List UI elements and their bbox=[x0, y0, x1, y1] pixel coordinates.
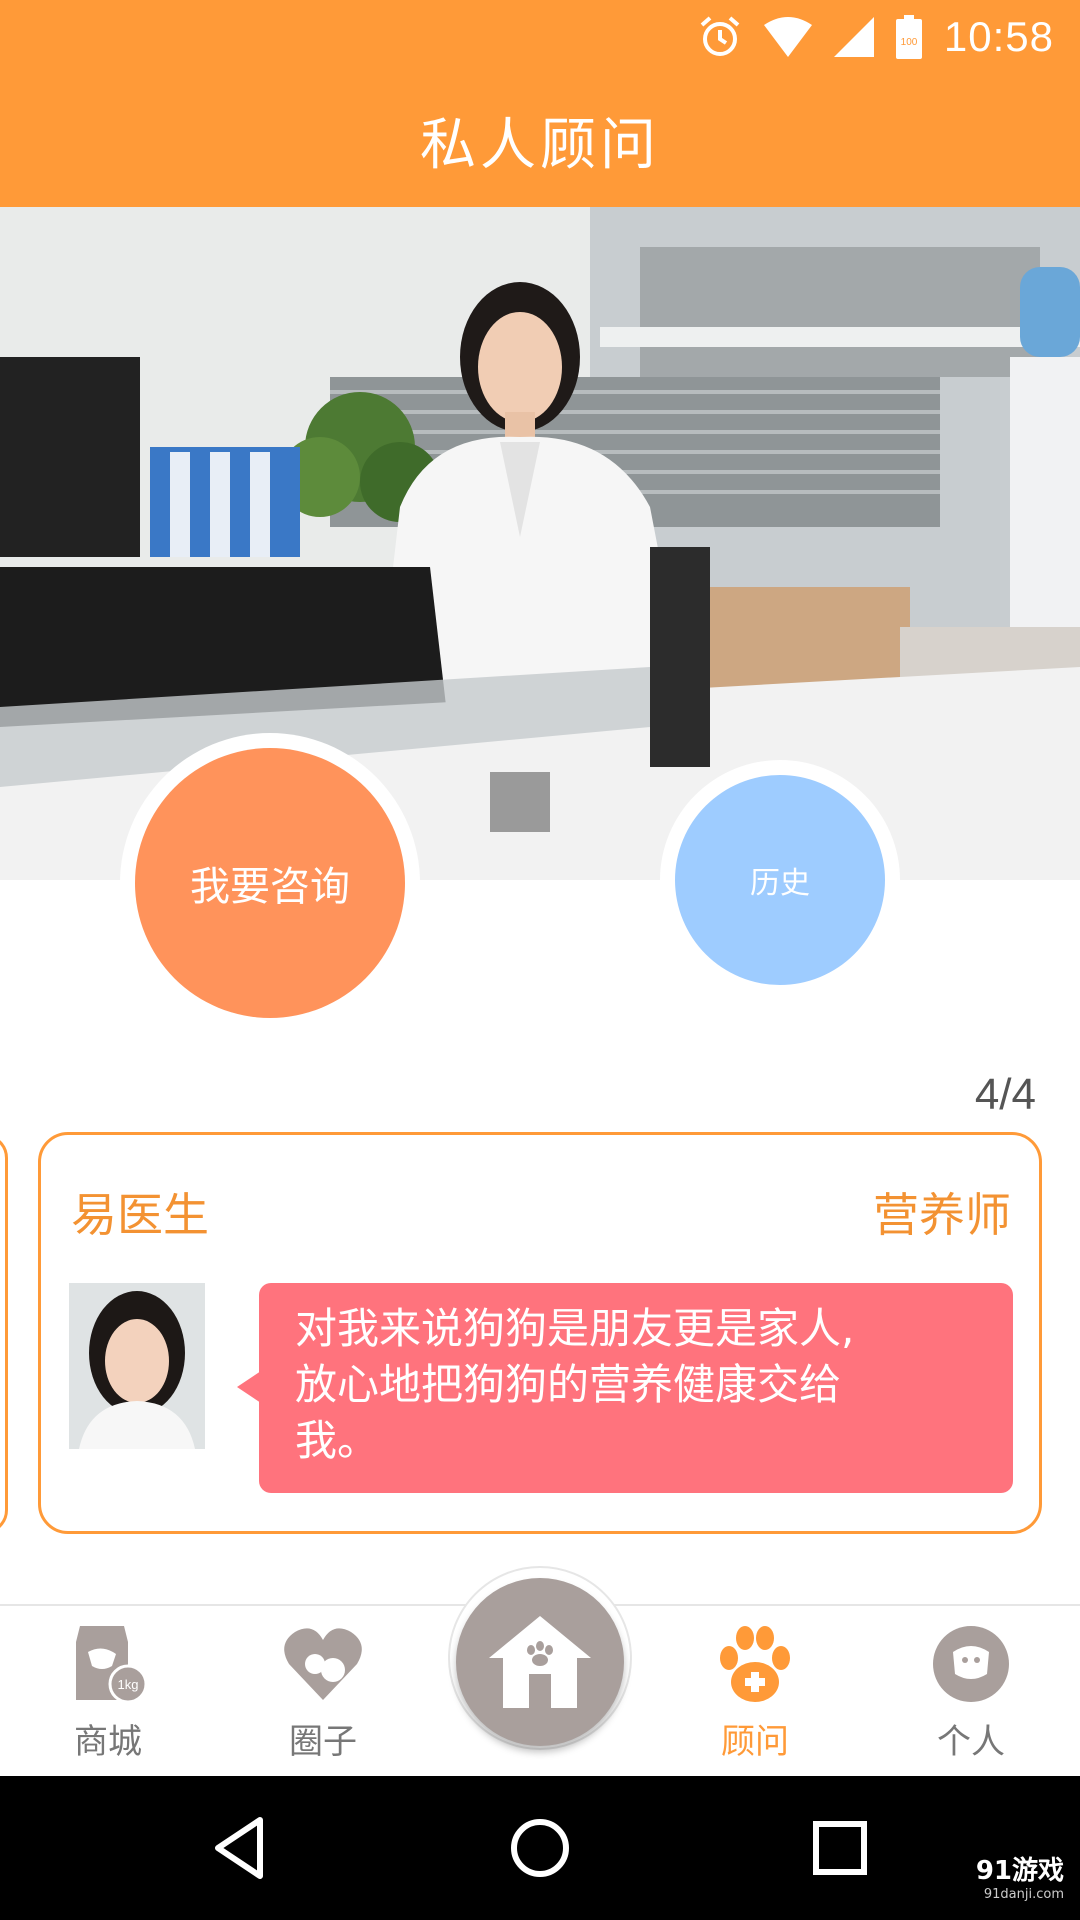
wifi-icon bbox=[763, 17, 812, 57]
page-title: 私人顾问 bbox=[420, 113, 660, 178]
tab-label: 顾问 bbox=[721, 1722, 789, 1762]
back-icon[interactable] bbox=[204, 1812, 276, 1884]
history-button[interactable]: 历史 bbox=[675, 775, 885, 985]
previous-advisor-card[interactable] bbox=[0, 1134, 8, 1534]
quote-line: 我。 bbox=[295, 1416, 380, 1465]
battery-icon: 100 bbox=[895, 15, 922, 59]
tab-advisor[interactable]: 顾问 bbox=[680, 1622, 830, 1772]
page-indicator: 4/4 bbox=[974, 1070, 1036, 1119]
recents-icon[interactable] bbox=[804, 1812, 876, 1884]
system-navigation-bar: 91游戏 91danji.com bbox=[0, 1776, 1080, 1920]
dog-face-icon bbox=[933, 1626, 1009, 1702]
consult-button[interactable]: 我要咨询 bbox=[135, 748, 405, 1018]
watermark: 91游戏 91danji.com bbox=[976, 1850, 1064, 1902]
paw-medical-icon bbox=[720, 1626, 790, 1702]
tab-label: 圈子 bbox=[289, 1722, 357, 1762]
heart-pets-icon bbox=[284, 1628, 362, 1700]
tab-profile[interactable]: 个人 bbox=[896, 1622, 1046, 1772]
advisor-role: 营养师 bbox=[873, 1188, 1011, 1242]
cell-signal-icon bbox=[833, 17, 874, 57]
watermark-url: 91danji.com bbox=[983, 1887, 1064, 1902]
advisor-quote-bubble: 对我来说狗狗是朋友更是家人, 放心地把狗狗的营养健康交给 我。 bbox=[237, 1283, 1013, 1493]
quote-line: 放心地把狗狗的营养健康交给 bbox=[295, 1360, 842, 1409]
tab-label: 商城 bbox=[74, 1722, 142, 1762]
svg-text:100: 100 bbox=[901, 37, 918, 48]
status-bar: 100 10:58 bbox=[698, 12, 1054, 62]
clock-time: 10:58 bbox=[943, 13, 1054, 60]
svg-text:1kg: 1kg bbox=[118, 1677, 139, 1692]
tab-shop[interactable]: 1kg 商城 bbox=[33, 1622, 183, 1772]
home-button[interactable] bbox=[456, 1578, 624, 1746]
pet-food-bag-icon: 1kg bbox=[76, 1626, 148, 1704]
advisor-card[interactable]: 易医生 营养师 对我来说狗狗是朋友更是家人, 放心地把狗狗的营养健康交给 我。 bbox=[38, 1132, 1042, 1534]
home-circle-icon[interactable] bbox=[504, 1812, 576, 1884]
advisor-avatar bbox=[69, 1283, 205, 1449]
alarm-icon bbox=[700, 16, 740, 56]
tab-label: 个人 bbox=[937, 1722, 1005, 1762]
watermark-logo: 91游戏 bbox=[975, 1856, 1064, 1886]
app-header: 100 10:58 私人顾问 bbox=[0, 0, 1080, 207]
advisor-name: 易医生 bbox=[71, 1188, 209, 1242]
home-paw-icon bbox=[489, 1616, 591, 1708]
tab-community[interactable]: 圈子 bbox=[248, 1622, 398, 1772]
quote-line: 对我来说狗狗是朋友更是家人, bbox=[295, 1304, 855, 1353]
